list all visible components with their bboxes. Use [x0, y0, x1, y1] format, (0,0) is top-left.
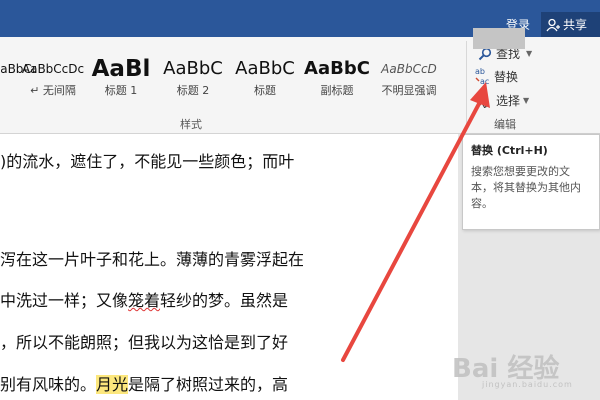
chevron-down-icon: ▼: [526, 49, 533, 58]
doc-line-1: )的流水，遮住了，不能见一些颜色；而叶: [0, 152, 295, 171]
style-subtle-emphasis[interactable]: AaBbCcD 不明显强调: [374, 37, 444, 115]
doc-line-3: 中洗过一样；又像笼着轻纱的梦。虽然是: [0, 291, 289, 310]
cursor-icon: [478, 93, 489, 108]
tooltip-title: 替换 (Ctrl+H): [471, 144, 548, 157]
replace-button[interactable]: ab ac 替换: [475, 67, 518, 85]
replace-tooltip: 替换 (Ctrl+H) 搜索您想要更改的文本，将其替换为其他内容。: [462, 134, 600, 230]
spelling-underline: 笼着: [128, 291, 161, 310]
replace-icon: ab ac: [475, 67, 489, 85]
style-title[interactable]: AaBbC 标题: [232, 37, 298, 115]
doc-line-2: 泻在这一片叶子和花上。薄薄的青雾浮起在: [0, 250, 305, 269]
replace-button-hover: [473, 28, 525, 49]
chevron-down-icon: ▼: [523, 96, 530, 105]
style-no-spacing[interactable]: AaBbCcDc ↵ 无间隔: [15, 37, 91, 115]
editing-group-label: 编辑: [494, 118, 516, 131]
doc-line-5: 别有风味的。月光是隔了树照过来的，高: [0, 375, 289, 394]
person-icon: [546, 18, 560, 31]
share-label: 共享: [563, 18, 588, 32]
doc-line-4: ，所以不能朗照；但我以为这恰是到了好: [0, 333, 289, 352]
styles-gallery: AaBbCcDc AaBbCcDc ↵ 无间隔 AaBl 标题 1 AaBbC …: [0, 37, 462, 115]
style-heading-2[interactable]: AaBbC 标题 2: [160, 37, 226, 115]
style-subtitle[interactable]: AaBbC 副标题: [304, 37, 370, 115]
highlighted-text: 月光: [96, 375, 129, 394]
svg-text:ab: ab: [475, 67, 485, 76]
document-page[interactable]: )的流水，遮住了，不能见一些颜色；而叶 泻在这一片叶子和花上。薄薄的青雾浮起在 …: [0, 134, 458, 400]
style-heading-1[interactable]: AaBl 标题 1: [90, 37, 152, 115]
baidu-watermark: Bai 经验 jingyan.baidu.com: [452, 354, 573, 389]
styles-group-label: 样式: [180, 118, 202, 131]
tooltip-body: 搜索您想要更改的文本，将其替换为其他内容。: [471, 165, 581, 210]
group-divider: [466, 41, 467, 127]
share-button[interactable]: 共享: [541, 12, 600, 37]
select-button[interactable]: 选择 ▼: [478, 92, 529, 109]
svg-text:ac: ac: [480, 77, 489, 85]
